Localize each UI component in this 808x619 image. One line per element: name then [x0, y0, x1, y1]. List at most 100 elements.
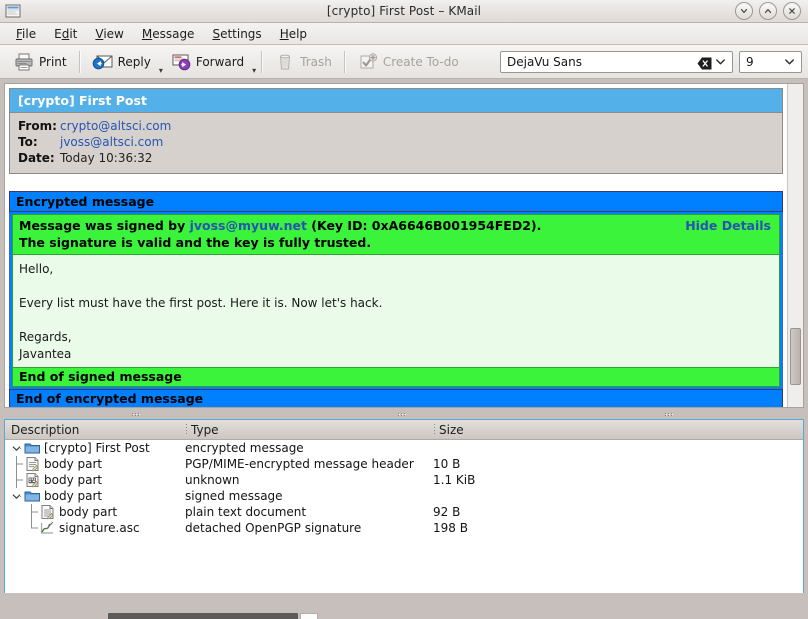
- date-label: Date:: [18, 151, 55, 165]
- window-controls: [735, 2, 808, 20]
- row-size-cell: 10 B: [433, 457, 461, 471]
- create-todo-button[interactable]: Create To-do: [350, 47, 466, 76]
- menu-message[interactable]: Message: [134, 25, 203, 43]
- row-description-cell: body part: [5, 456, 185, 472]
- column-grip-type[interactable]: [186, 424, 188, 435]
- message-body-text: Hello, Every list must have the first po…: [12, 255, 780, 368]
- row-type-cell: PGP/MIME-encrypted message header: [185, 457, 414, 471]
- attachment-tree-body: [crypto] First Post encrypted message bo…: [5, 440, 803, 600]
- to-label: To:: [18, 135, 38, 149]
- create-todo-label: Create To-do: [382, 54, 459, 69]
- toolbar-separator-2: [261, 50, 263, 73]
- trash-button[interactable]: Trash: [267, 47, 339, 76]
- minimize-button[interactable]: [735, 2, 753, 20]
- tree-line: [9, 456, 24, 472]
- todo-checkbox-icon: [357, 51, 379, 73]
- expander-icon[interactable]: [9, 492, 24, 501]
- splitter-grip-center: [398, 412, 409, 415]
- message-vertical-scrollbar[interactable]: [787, 84, 803, 407]
- menu-help[interactable]: Help: [272, 25, 315, 43]
- expander-icon[interactable]: [9, 444, 24, 453]
- close-button[interactable]: [783, 2, 801, 20]
- forward-icon: [170, 51, 192, 73]
- row-description-label: [crypto] First Post: [44, 441, 150, 455]
- signature-line-2: The signature is valid and the key is fu…: [19, 235, 372, 250]
- kmail-window: [crypto] First Post – KMail File Edit Vi…: [0, 0, 808, 619]
- hide-details-link[interactable]: Hide Details: [685, 218, 771, 233]
- signer-address[interactable]: jvoss@myuw.net: [190, 218, 307, 233]
- forward-dropdown-arrow[interactable]: ▾: [252, 66, 256, 78]
- printer-icon: [13, 51, 35, 73]
- scrollbar-thumb[interactable]: [790, 328, 801, 385]
- window-bottom-margin: [0, 593, 808, 619]
- title-bar: [crypto] First Post – KMail: [0, 0, 808, 23]
- font-family-value[interactable]: DejaVu Sans: [507, 55, 697, 69]
- date-value: Today 10:36:32: [60, 151, 153, 165]
- chevron-down-icon-size[interactable]: [781, 58, 798, 65]
- column-header-type[interactable]: Type: [185, 420, 433, 439]
- to-address[interactable]: jvoss@altsci.com: [60, 134, 163, 150]
- binary-doc-icon: [24, 472, 41, 488]
- menu-file[interactable]: File: [8, 25, 44, 43]
- row-description-label: body part: [44, 473, 103, 487]
- signature-line-1: Message was signed by jvoss@myuw.net (Ke…: [19, 217, 773, 234]
- table-row[interactable]: [crypto] First Post encrypted message: [5, 440, 803, 456]
- text-doc-icon: [39, 504, 56, 520]
- attachment-tree-header: Description Type Size: [5, 420, 803, 440]
- maximize-button[interactable]: [759, 2, 777, 20]
- menu-settings[interactable]: Settings: [204, 25, 269, 43]
- chevron-down-icon[interactable]: [712, 58, 729, 65]
- signature-icon: [39, 520, 56, 536]
- signed-by-prefix: Message was signed by: [19, 218, 190, 233]
- clear-icon[interactable]: [697, 55, 712, 70]
- folder-icon: [24, 440, 41, 456]
- menu-view[interactable]: View: [87, 25, 131, 43]
- row-description-label: body part: [44, 457, 103, 471]
- table-row[interactable]: body part plain text document 92 B: [5, 504, 803, 520]
- menu-bar: File Edit View Message Settings Help: [0, 23, 808, 45]
- table-row[interactable]: body part PGP/MIME-encrypted message hea…: [5, 456, 803, 472]
- row-type-cell: plain text document: [185, 505, 307, 519]
- row-description-cell: body part: [5, 472, 185, 488]
- column-header-size[interactable]: Size: [433, 420, 803, 439]
- font-size-combobox[interactable]: 9: [739, 50, 802, 73]
- tree-line: [24, 520, 39, 536]
- pane-splitter[interactable]: [4, 408, 804, 419]
- table-row[interactable]: body part signed message: [5, 488, 803, 504]
- message-viewer: [crypto] First Post From: crypto@altsci.…: [4, 83, 804, 408]
- column-header-description[interactable]: Description: [5, 420, 185, 439]
- message-subject: [crypto] First Post: [9, 88, 783, 113]
- splitter-grip-left: [131, 412, 143, 415]
- font-size-value[interactable]: 9: [746, 55, 781, 69]
- trash-label: Trash: [300, 54, 332, 69]
- column-header-type-label: Type: [191, 422, 219, 437]
- table-row[interactable]: body part unknown 1.1 KiB: [5, 472, 803, 488]
- row-description-cell: signature.asc: [5, 520, 185, 536]
- encrypted-body-frame: Message was signed by jvoss@myuw.net (Ke…: [9, 212, 783, 389]
- header-row-to: To: jvoss@altsci.com: [18, 134, 774, 150]
- row-type-cell: detached OpenPGP signature: [185, 521, 362, 535]
- row-size-cell: 1.1 KiB: [433, 473, 476, 487]
- column-header-description-label: Description: [11, 422, 80, 437]
- reply-button[interactable]: Reply: [85, 47, 158, 76]
- row-description-cell: body part: [5, 504, 185, 520]
- splitter-grip-right: [665, 412, 676, 415]
- row-type-cell: unknown: [185, 473, 240, 487]
- print-button[interactable]: Print: [6, 47, 74, 76]
- toolbar-separator: [78, 50, 80, 73]
- key-id-suffix: (Key ID: 0xA6646B001954FED2).: [306, 218, 542, 233]
- column-grip-size[interactable]: [434, 424, 436, 435]
- message-scroll-area: [crypto] First Post From: crypto@altsci.…: [5, 84, 787, 407]
- row-type-cell: signed message: [185, 489, 283, 503]
- row-description-cell: body part: [5, 488, 185, 504]
- from-address[interactable]: crypto@altsci.com: [60, 118, 171, 134]
- from-label: From:: [18, 119, 57, 133]
- row-description-label: body part: [44, 489, 103, 503]
- font-family-combobox[interactable]: DejaVu Sans: [500, 50, 733, 73]
- table-row[interactable]: signature.asc detached OpenPGP signature…: [5, 520, 803, 536]
- row-description-label: body part: [59, 505, 118, 519]
- menu-edit[interactable]: Edit: [46, 25, 85, 43]
- header-row-from: From: crypto@altsci.com: [18, 118, 774, 134]
- background-window-peek: [100, 609, 320, 619]
- forward-button[interactable]: Forward: [163, 47, 251, 76]
